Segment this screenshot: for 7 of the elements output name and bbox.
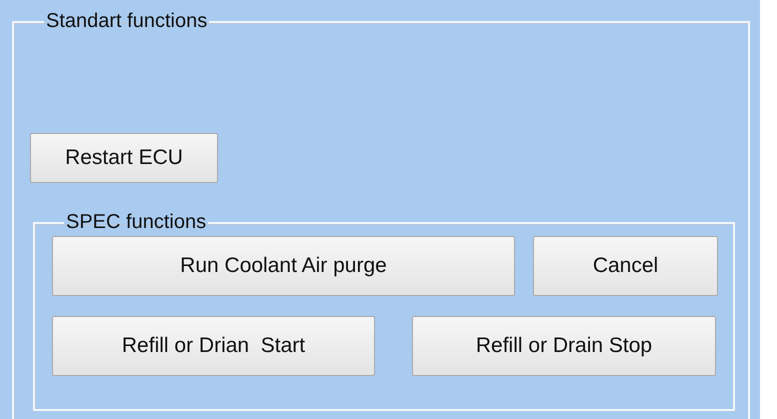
function-button[interactable]: Refill or Drian Start bbox=[52, 316, 375, 376]
group-title: Standart functions bbox=[45, 10, 208, 33]
group-title: SPEC functions bbox=[65, 211, 208, 234]
function-button[interactable]: Run Coolant Air purge bbox=[52, 236, 515, 296]
function-button[interactable]: Cancel bbox=[533, 236, 718, 296]
function-button[interactable]: Refill or Drain Stop bbox=[412, 316, 716, 376]
restart-button[interactable]: Restart ECU bbox=[30, 133, 218, 183]
